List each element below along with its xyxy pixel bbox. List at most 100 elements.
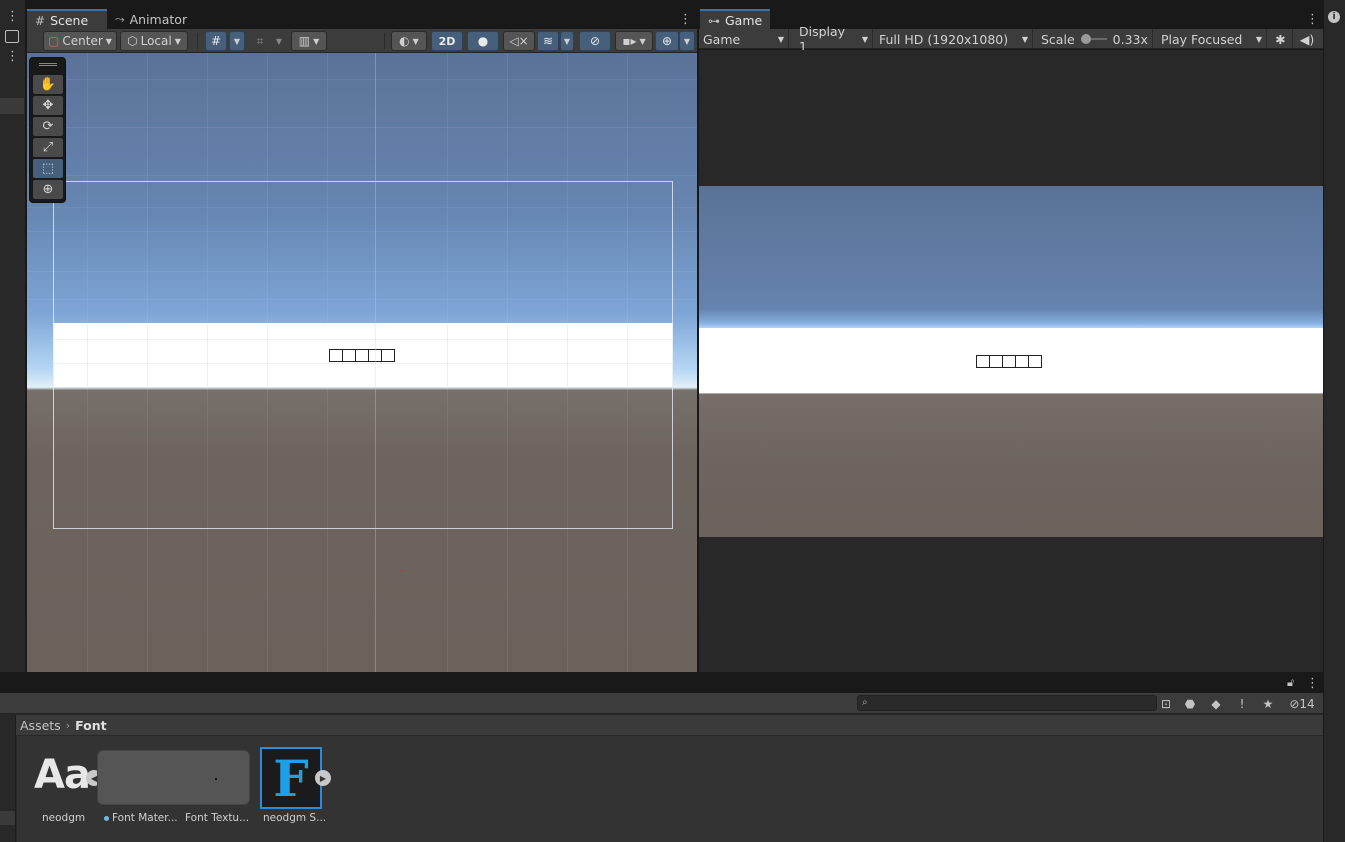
folder-tree-row[interactable] [0,811,15,825]
kebab-menu-icon[interactable]: ⋮ [1306,676,1319,691]
grid-line [27,175,697,176]
game-tab-bar: ⊶ Game ⋮ [700,9,1323,30]
scene-toolbar: ▢ Center ▼ ⬡ Local ▼ # ▼ ⌗ ▼ ▥ ▼ ◐ ▼ 2D … [27,29,697,53]
grid-line [27,79,697,80]
chevron-right-icon: › [65,718,71,732]
breadcrumb-assets[interactable]: Assets [20,718,61,733]
breadcrumb-current[interactable]: Font [75,718,107,733]
play-mode-label: Play Focused [1161,31,1243,47]
kebab-menu-icon[interactable]: ⋮ [1306,12,1319,27]
kebab-menu-icon[interactable]: ⋮ [679,12,692,27]
rotate-tool-button[interactable]: ⟳ [33,117,63,136]
move-tool-button[interactable]: ✥ [33,96,63,115]
scale-tool-button[interactable]: ⤢ [33,138,63,157]
layout-icon[interactable] [5,30,19,43]
shading-mode-dropdown[interactable]: ◐ ▼ [391,31,427,51]
hidden-packages-toggle[interactable]: ⊘ 14 [1284,695,1320,712]
search-scope-icon[interactable]: ⊡ [1157,695,1175,712]
kebab-menu-icon[interactable]: ⋮ [6,50,19,63]
pivot-center-icon: ▢ [48,34,60,48]
info-icon[interactable]: i [1328,11,1340,23]
animator-icon: ⤳ [115,11,125,26]
tab-scene[interactable]: # Scene [27,9,107,30]
play-mode-dropdown[interactable]: Play Focused ▼ [1157,29,1267,49]
scene-effects-toggle[interactable]: ≋ [537,31,559,51]
scene-viewport[interactable] [27,53,697,672]
tool-palette-overlay: ✋ ✥ ⟳ ⤢ ⬚ ⊕ [29,57,66,203]
scene-effects-dropdown[interactable]: ▼ [560,31,574,51]
rotate-icon: ⟳ [42,119,54,134]
tab-game[interactable]: ⊶ Game [700,9,770,30]
breadcrumb: Assets › Font [16,715,1323,735]
incremental-snap-dropdown[interactable]: ▼ [271,31,287,51]
search-icon: ⌕ [862,697,868,708]
lock-icon[interactable]: 🔓︎ [1287,676,1294,690]
gizmos-toggle[interactable]: ⊕ [655,31,679,51]
asset-label: neodgm [42,812,86,824]
missing-glyph-box [1002,355,1016,368]
hierarchy-row[interactable] [0,98,24,114]
grid-snap-toggle[interactable]: # [205,31,227,51]
scene-lighting-toggle[interactable]: ● [467,31,499,51]
bug-icon: ✱ [1275,31,1286,47]
font-asset-thumbnail[interactable]: Aa [34,752,91,798]
missing-glyph-text [976,355,1042,368]
display-dropdown[interactable]: Display 1 ▼ [795,24,873,54]
caret-down-icon: ▼ [105,36,112,46]
asset-label-material: Font Mater... [104,812,178,824]
rect-transform-icon: ⬚ [41,161,55,176]
caret-down-icon: ▼ [275,36,283,46]
filter-label-icon[interactable]: ◆ [1207,695,1225,712]
scene-axis-line [375,53,376,672]
gizmos-dropdown[interactable]: ▼ [679,31,695,51]
pivot-mode-dropdown[interactable]: ▢ Center ▼ [43,31,117,51]
filter-type-icon[interactable]: ⬣ [1181,695,1199,712]
expand-asset-icon[interactable]: ▶ [315,770,331,786]
incremental-snap-toggle[interactable]: ⌗ [249,31,271,51]
gamepad-icon: ⊶ [708,13,720,28]
filter-warning-icon[interactable]: ! [1233,695,1251,712]
right-dock-strip: i [1323,0,1345,842]
sdf-font-asset-thumbnail[interactable]: F [260,747,322,809]
scene-audio-toggle[interactable]: ◁× [503,31,535,51]
grid-snap-dropdown[interactable]: ▼ [229,31,245,51]
favorite-star-icon[interactable]: ★ [1259,695,1277,712]
transform-gizmo-icon: ⊕ [42,182,54,197]
resolution-dropdown[interactable]: Full HD (1920x1080) ▼ [875,29,1033,49]
missing-glyph-box [1015,355,1029,368]
tab-animator[interactable]: ⤳ Animator [107,9,207,29]
scale-label: Scale [1041,31,1075,47]
camera-settings-dropdown[interactable]: ▪▸ ▼ [615,31,653,51]
toggle-2d-button[interactable]: 2D [431,31,463,51]
effects-layers-icon: ≋ [542,34,554,48]
material-dot-icon [104,815,109,821]
speaker-icon: ◀) [1299,31,1315,47]
kebab-menu-icon[interactable]: ⋮ [6,10,19,23]
pivot-rotation-dropdown[interactable]: ⬡ Local ▼ [120,31,188,51]
project-panel-header: 🔓︎ ⋮ [0,675,1323,693]
missing-glyph-box [1028,355,1042,368]
grid-visibility-dropdown[interactable]: ▥ ▼ [291,31,327,51]
caret-down-icon: ▼ [639,36,646,46]
rect-tool-button[interactable]: ⬚ [33,159,63,178]
scene-tab-bar: # Scene ⤳ Animator ⋮ [27,9,697,30]
sub-asset-group[interactable] [97,750,250,805]
scale-slider[interactable] [1080,34,1107,44]
pivot-point-marker [401,570,403,572]
slider-thumb[interactable] [1080,34,1091,44]
tab-game-label: Game [725,13,763,28]
hand-tool-button[interactable]: ✋ [33,75,63,94]
scene-visibility-toggle[interactable]: ⊘ [579,31,611,51]
asset-label: neodgm S... [263,812,327,824]
game-view-label: Game [703,31,741,47]
stats-toggle[interactable]: ✱ [1269,29,1293,49]
project-search-input[interactable]: ⌕ [857,695,1157,711]
drag-handle-icon[interactable] [39,63,57,66]
game-view-dropdown[interactable]: Game ▼ [699,29,789,49]
pivot-rotation-label: Local [140,34,172,48]
caret-down-icon: ▼ [313,36,320,46]
transform-tool-button[interactable]: ⊕ [33,180,63,199]
mute-audio-toggle[interactable]: ◀) [1295,29,1319,49]
grid-line [27,127,697,128]
separator [384,33,385,49]
